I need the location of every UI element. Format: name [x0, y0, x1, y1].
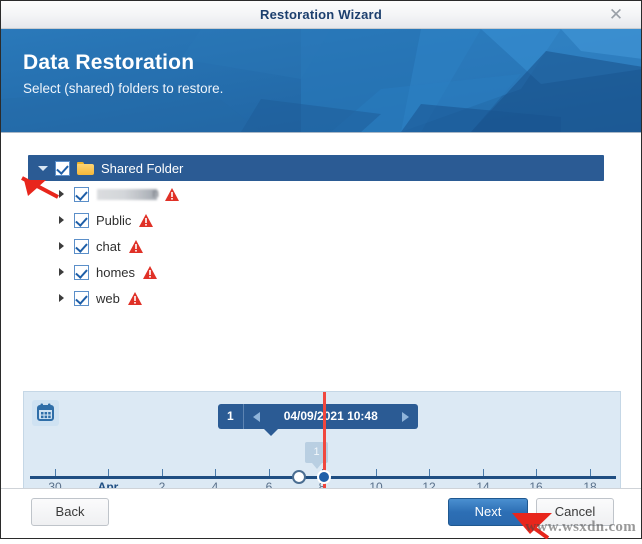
window-titlebar: Restoration Wizard ✕ — [1, 1, 641, 29]
tree-item-label: Public — [96, 212, 132, 228]
tick-label: 18 — [583, 480, 597, 488]
warning-icon — [165, 187, 179, 201]
cancel-button[interactable]: Cancel — [536, 498, 614, 526]
checkbox-item[interactable] — [74, 290, 89, 306]
tree-item-label-tail: n — [152, 185, 159, 200]
warning-icon — [128, 239, 143, 253]
tree-root-label: Shared Folder — [101, 160, 184, 176]
window-title: Restoration Wizard — [260, 7, 382, 22]
close-icon[interactable]: ✕ — [601, 1, 631, 28]
version-navigator: 1 04/09/2021 10:48 — [218, 404, 418, 429]
tree-row[interactable]: homes — [28, 259, 604, 285]
timeline-handle-start[interactable] — [292, 470, 306, 484]
tick-label-month: Apr — [97, 480, 119, 488]
shared-folder-tree: Shared Folder n Public chat homes web — [28, 155, 604, 311]
tree-row-root[interactable]: Shared Folder — [28, 155, 604, 181]
tree-item-label: homes — [96, 264, 136, 280]
tick-label: 4 — [211, 480, 219, 488]
back-button[interactable]: Back — [31, 498, 109, 526]
checkbox-item[interactable] — [74, 238, 89, 254]
wizard-banner: Data Restoration Select (shared) folders… — [1, 29, 641, 133]
chevron-right-icon[interactable] — [55, 213, 69, 227]
next-button[interactable]: Next — [448, 498, 528, 526]
tree-item-label: chat — [96, 238, 121, 254]
banner-title: Data Restoration — [23, 51, 195, 74]
version-count: 1 — [218, 404, 244, 429]
tick-label: 16 — [529, 480, 543, 488]
chevron-right-icon[interactable] — [55, 291, 69, 305]
calendar-icon[interactable] — [32, 400, 59, 426]
chevron-down-icon[interactable] — [36, 161, 50, 175]
tree-item-label: web — [96, 290, 120, 306]
chevron-right-icon[interactable] — [55, 265, 69, 279]
tree-row[interactable]: Public — [28, 207, 604, 233]
checkbox-item[interactable] — [74, 186, 89, 202]
warning-icon — [127, 291, 142, 305]
restoration-wizard-dialog: Restoration Wizard ✕ Data Restoration Se… — [0, 0, 642, 539]
folder-icon — [77, 161, 94, 175]
tree-item-label-redacted: n — [97, 185, 159, 200]
tree-row[interactable]: chat — [28, 233, 604, 259]
tick-label: 2 — [158, 480, 166, 488]
timeline-handle-current[interactable] — [317, 470, 331, 484]
banner-subtitle: Select (shared) folders to restore. — [23, 81, 224, 96]
tick-label: 6 — [265, 480, 273, 488]
checkbox-item[interactable] — [74, 264, 89, 280]
datebar-pointer — [264, 429, 278, 436]
tree-row[interactable]: web — [28, 285, 604, 311]
checkbox-item[interactable] — [74, 212, 89, 228]
chevron-right-icon[interactable] — [55, 187, 69, 201]
tree-row[interactable]: n — [28, 181, 604, 207]
checkbox-root[interactable] — [55, 160, 70, 176]
version-datetime: 04/09/2021 10:48 — [283, 409, 378, 423]
dialog-body: Shared Folder n Public chat homes web 1 … — [1, 133, 641, 488]
chevron-right-icon[interactable] — [55, 239, 69, 253]
arrow-right-icon[interactable] — [392, 404, 418, 429]
tick-label: 10 — [369, 480, 383, 488]
dialog-footer: Back Next Cancel — [1, 488, 641, 538]
tick-label: 14 — [476, 480, 490, 488]
warning-icon — [139, 213, 154, 227]
tick-label: 30 — [48, 480, 62, 488]
version-timeline[interactable]: 1 04/09/2021 10:48 1 30 Apr 2 4 6 8 10 1… — [23, 391, 621, 488]
tick-label: 12 — [422, 480, 436, 488]
warning-icon — [143, 265, 158, 279]
arrow-left-icon[interactable] — [244, 404, 270, 429]
